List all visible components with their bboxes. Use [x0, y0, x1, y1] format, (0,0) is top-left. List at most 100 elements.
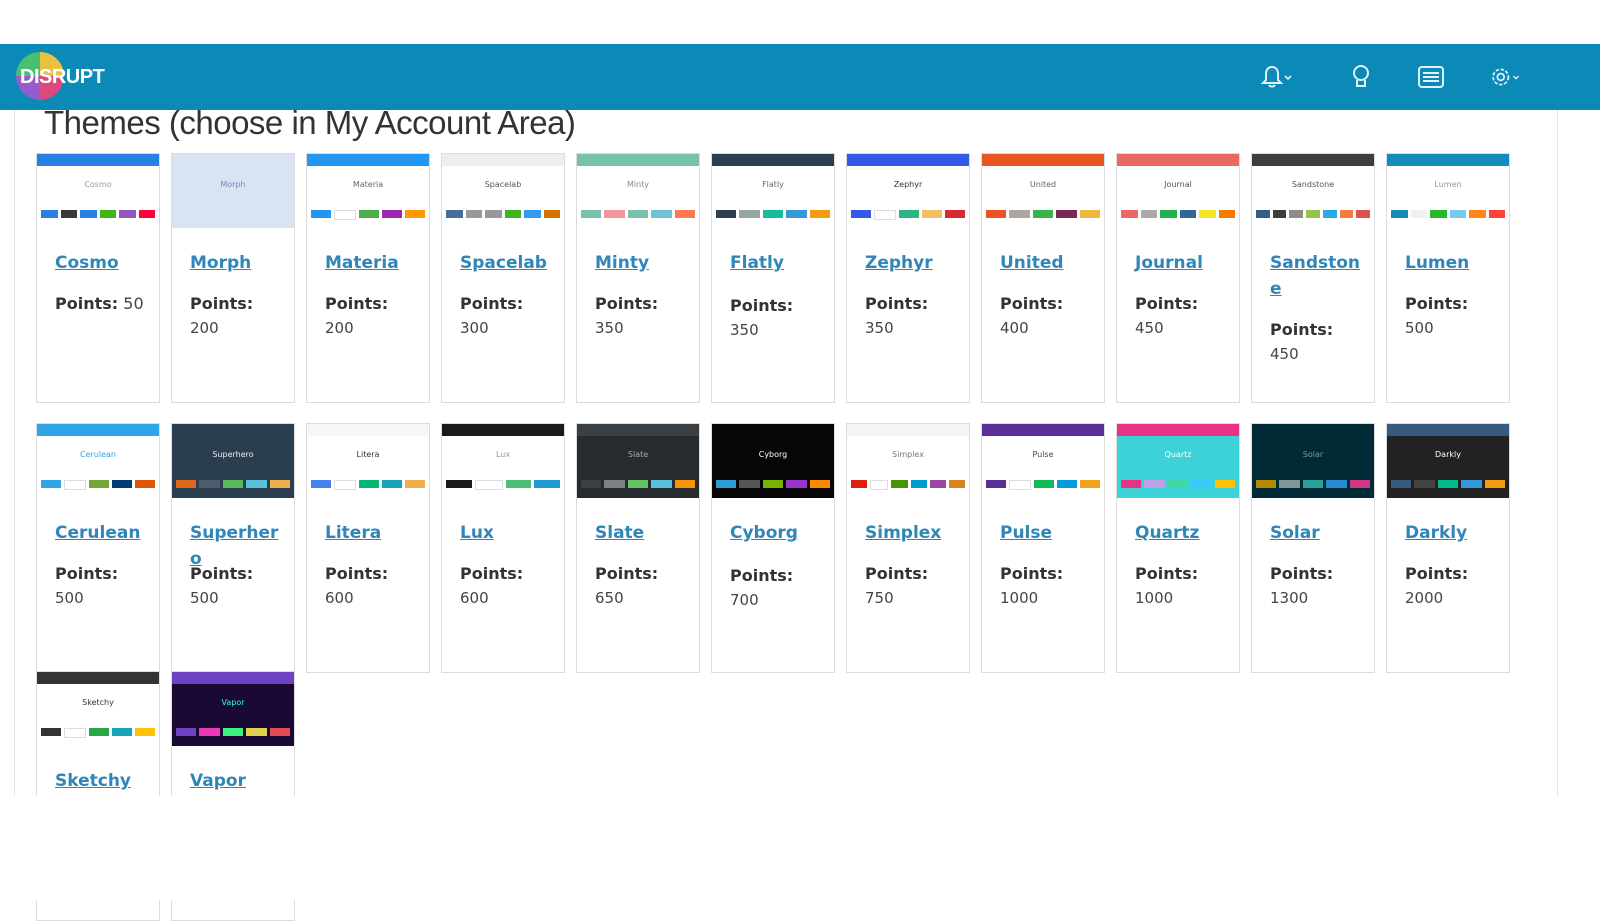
- theme-card[interactable]: Minty Minty Points: 350: [576, 153, 700, 403]
- theme-preview-thumbnail[interactable]: Litera: [307, 424, 429, 498]
- preview-title: Sandstone: [1291, 180, 1335, 189]
- preview-button-swatch: [405, 480, 425, 488]
- theme-card[interactable]: Lumen Lumen Points: 500: [1386, 153, 1510, 403]
- preview-button-swatch: [222, 480, 244, 488]
- lightbulb-icon[interactable]: [1344, 62, 1378, 92]
- theme-preview-thumbnail[interactable]: Zephyr: [847, 154, 969, 228]
- theme-name-link[interactable]: Litera: [325, 520, 425, 546]
- theme-card[interactable]: Slate Slate Points: 650: [576, 423, 700, 673]
- theme-card[interactable]: Cerulean Cerulean Points: 500: [36, 423, 160, 673]
- preview-button-swatch: [891, 480, 908, 488]
- preview-button-swatch: [1488, 210, 1505, 218]
- theme-card[interactable]: United United Points: 400: [981, 153, 1105, 403]
- theme-preview-thumbnail[interactable]: Flatly: [712, 154, 834, 228]
- list-icon[interactable]: [1414, 62, 1448, 92]
- theme-preview-thumbnail[interactable]: Slate: [577, 424, 699, 498]
- theme-name-link[interactable]: Quartz: [1135, 520, 1235, 546]
- theme-card[interactable]: Morph Morph Points: 200: [171, 153, 295, 403]
- theme-preview-thumbnail[interactable]: Darkly: [1387, 424, 1509, 498]
- theme-preview-thumbnail[interactable]: Cyborg: [712, 424, 834, 498]
- theme-name-link[interactable]: Spacelab: [460, 250, 560, 276]
- preview-button-swatch: [627, 210, 649, 218]
- theme-name-link[interactable]: Morph: [190, 250, 290, 276]
- points-label: Points:: [325, 294, 389, 313]
- theme-name-link[interactable]: Zephyr: [865, 250, 965, 276]
- theme-card[interactable]: Zephyr Zephyr Points: 350: [846, 153, 970, 403]
- theme-preview-thumbnail[interactable]: Spacelab: [442, 154, 564, 228]
- preview-button-swatch: [205, 210, 232, 218]
- theme-preview-thumbnail[interactable]: Morph: [172, 154, 294, 228]
- theme-preview-thumbnail[interactable]: Vapor: [172, 672, 294, 746]
- preview-button-swatch: [135, 728, 155, 736]
- theme-preview-thumbnail[interactable]: Superhero: [172, 424, 294, 498]
- theme-preview-thumbnail[interactable]: United: [982, 154, 1104, 228]
- theme-name-link[interactable]: Pulse: [1000, 520, 1100, 546]
- theme-preview-thumbnail[interactable]: Simplex: [847, 424, 969, 498]
- preview-button-swatch: [64, 728, 86, 738]
- bell-icon[interactable]: [1258, 62, 1292, 92]
- preview-buttons: [1121, 480, 1236, 488]
- theme-preview-thumbnail[interactable]: Sandstone: [1252, 154, 1374, 228]
- preview-button-swatch: [604, 210, 625, 218]
- theme-name-link[interactable]: Cyborg: [730, 520, 830, 546]
- theme-preview-thumbnail[interactable]: Sketchy: [37, 672, 159, 746]
- theme-card[interactable]: Journal Journal Points: 450: [1116, 153, 1240, 403]
- theme-card[interactable]: Lux Lux Points: 600: [441, 423, 565, 673]
- theme-preview-thumbnail[interactable]: Materia: [307, 154, 429, 228]
- theme-name-link[interactable]: Slate: [595, 520, 695, 546]
- theme-name-link[interactable]: Flatly: [730, 250, 830, 276]
- theme-preview-thumbnail[interactable]: Lumen: [1387, 154, 1509, 228]
- theme-card[interactable]: Materia Materia Points: 200: [306, 153, 430, 403]
- theme-name-link[interactable]: Materia: [325, 250, 425, 276]
- theme-card[interactable]: Cyborg Cyborg Points: 700: [711, 423, 835, 673]
- theme-name-link[interactable]: United: [1000, 250, 1100, 276]
- theme-card[interactable]: Quartz Quartz Points: 1000: [1116, 423, 1240, 673]
- theme-name-link[interactable]: Minty: [595, 250, 695, 276]
- theme-card[interactable]: Spacelab Spacelab Points: 300: [441, 153, 565, 403]
- theme-name-link[interactable]: Journal: [1135, 250, 1235, 276]
- theme-card[interactable]: Pulse Pulse Points: 1000: [981, 423, 1105, 673]
- theme-name-link[interactable]: Cosmo: [55, 250, 155, 276]
- preview-navbar: [172, 154, 294, 166]
- theme-card[interactable]: Superhero Superhero Points: 500: [171, 423, 295, 673]
- preview-navbar: [1117, 154, 1239, 166]
- points-value: 400: [1000, 319, 1029, 337]
- preview-button-swatch: [1469, 210, 1486, 218]
- theme-card[interactable]: Solar Solar Points: 1300: [1251, 423, 1375, 673]
- theme-preview-thumbnail[interactable]: Minty: [577, 154, 699, 228]
- theme-name-link[interactable]: Simplex: [865, 520, 965, 546]
- preview-button-swatch: [1339, 210, 1354, 218]
- preview-button-swatch: [446, 210, 463, 218]
- brand-logo[interactable]: DISRUPT: [16, 52, 136, 102]
- theme-card[interactable]: Cosmo Cosmo Points: 50: [36, 153, 160, 403]
- theme-card[interactable]: Simplex Simplex Points: 750: [846, 423, 970, 673]
- theme-name-link[interactable]: Sketchy: [55, 768, 155, 794]
- preview-button-swatch: [269, 480, 291, 488]
- theme-name-link[interactable]: Solar: [1270, 520, 1370, 546]
- points-value: 600: [460, 589, 489, 607]
- gear-icon[interactable]: [1488, 62, 1522, 92]
- preview-buttons: [986, 480, 1100, 490]
- theme-name-link[interactable]: Vapor: [190, 768, 290, 794]
- theme-card[interactable]: Litera Litera Points: 600: [306, 423, 430, 673]
- theme-card[interactable]: Darkly Darkly Points: 2000: [1386, 423, 1510, 673]
- theme-name-link[interactable]: Darkly: [1405, 520, 1505, 546]
- theme-name-link[interactable]: Sandstone: [1270, 250, 1370, 302]
- theme-card[interactable]: Sandstone Sandstone Points: 450: [1251, 153, 1375, 403]
- theme-preview-thumbnail[interactable]: Cosmo: [37, 154, 159, 228]
- theme-preview-thumbnail[interactable]: Solar: [1252, 424, 1374, 498]
- preview-button-swatch: [1414, 480, 1435, 488]
- theme-card[interactable]: Flatly Flatly Points: 350: [711, 153, 835, 403]
- preview-button-swatch: [41, 480, 61, 488]
- preview-title: Simplex: [892, 450, 924, 459]
- theme-name-link[interactable]: Lumen: [1405, 250, 1505, 276]
- theme-preview-thumbnail[interactable]: Journal: [1117, 154, 1239, 228]
- preview-navbar: [982, 424, 1104, 436]
- preview-button-swatch: [581, 480, 602, 488]
- theme-name-link[interactable]: Cerulean: [55, 520, 155, 546]
- theme-preview-thumbnail[interactable]: Quartz: [1117, 424, 1239, 498]
- theme-name-link[interactable]: Lux: [460, 520, 560, 546]
- theme-preview-thumbnail[interactable]: Pulse: [982, 424, 1104, 498]
- theme-preview-thumbnail[interactable]: Cerulean: [37, 424, 159, 498]
- theme-preview-thumbnail[interactable]: Lux: [442, 424, 564, 498]
